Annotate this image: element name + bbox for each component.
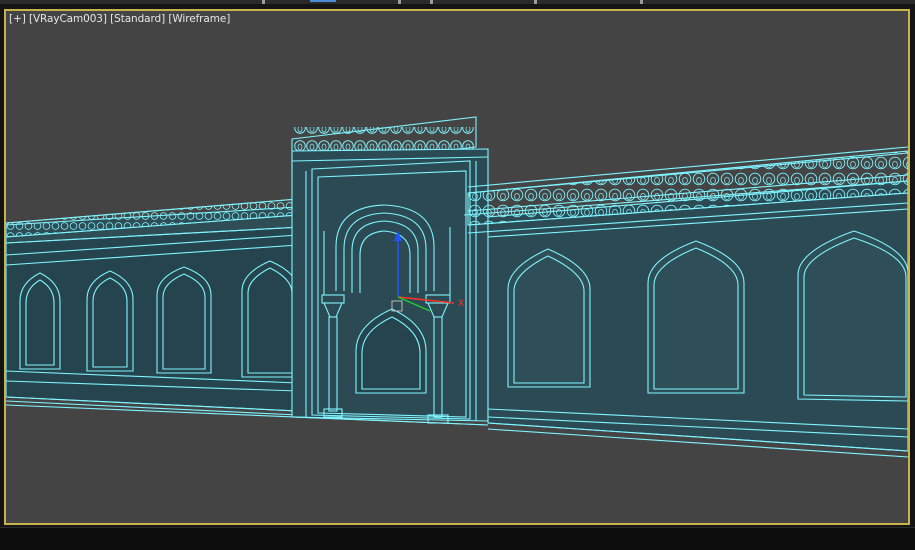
viewport-camera-label[interactable]: [VRayCam003] (29, 13, 107, 25)
gizmo-x-label: X (458, 299, 464, 309)
status-bar (0, 527, 915, 550)
gate-portal (291, 116, 489, 424)
left-wall (6, 198, 303, 416)
viewport-mode-label[interactable]: [Wireframe] (168, 13, 230, 25)
app-window: X [+] [VRayCam003] [Standard] [Wireframe… (0, 0, 915, 550)
viewport-menu-label[interactable]: [+] (9, 13, 26, 25)
toolbar-strip (0, 0, 915, 4)
viewport-shading-label[interactable]: [Standard] (110, 13, 165, 25)
camera-viewport[interactable]: X [+] [VRayCam003] [Standard] [Wireframe… (4, 9, 910, 525)
viewport-labels: [+] [VRayCam003] [Standard] [Wireframe] (9, 13, 230, 25)
right-wall (463, 146, 908, 458)
wireframe-scene[interactable]: X (6, 11, 908, 523)
